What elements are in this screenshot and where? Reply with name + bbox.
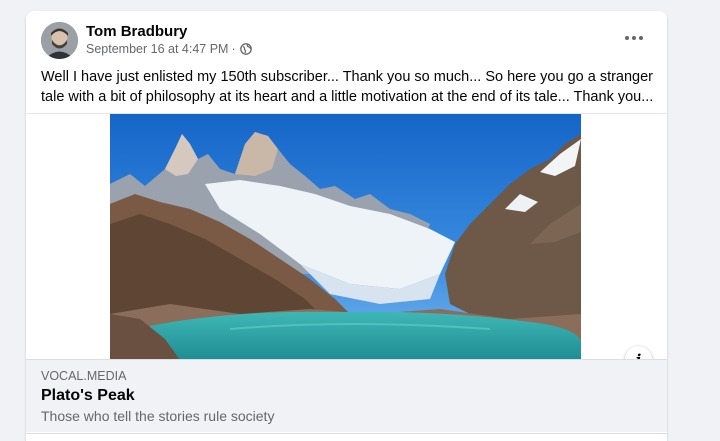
link-preview[interactable]: VOCAL.MEDIA Plato's Peak Those who tell … [26,359,667,432]
avatar[interactable] [41,22,78,59]
globe-icon[interactable] [239,43,252,55]
link-domain: VOCAL.MEDIA [41,369,127,383]
link-subtitle: Those who tell the stories rule society [41,408,275,424]
more-options-dot [639,36,643,40]
divider [26,433,667,434]
link-image-area[interactable]: i [26,113,667,373]
more-options-icon [625,36,629,40]
author-name[interactable]: Tom Bradbury [86,23,187,40]
post-text: Well I have just enlisted my 150th subsc… [41,69,654,105]
post-timestamp[interactable]: September 16 at 4:47 PM [86,42,228,56]
avatar-image [41,22,78,59]
more-options-dot [632,36,636,40]
meta-separator: · [231,42,236,56]
link-title[interactable]: Plato's Peak [41,387,135,405]
link-image[interactable] [110,114,581,360]
more-options-button[interactable] [619,29,649,47]
post-card: Tom Bradbury September 16 at 4:47 PM · W… [26,11,667,441]
post-meta: September 16 at 4:47 PM · [86,42,252,56]
